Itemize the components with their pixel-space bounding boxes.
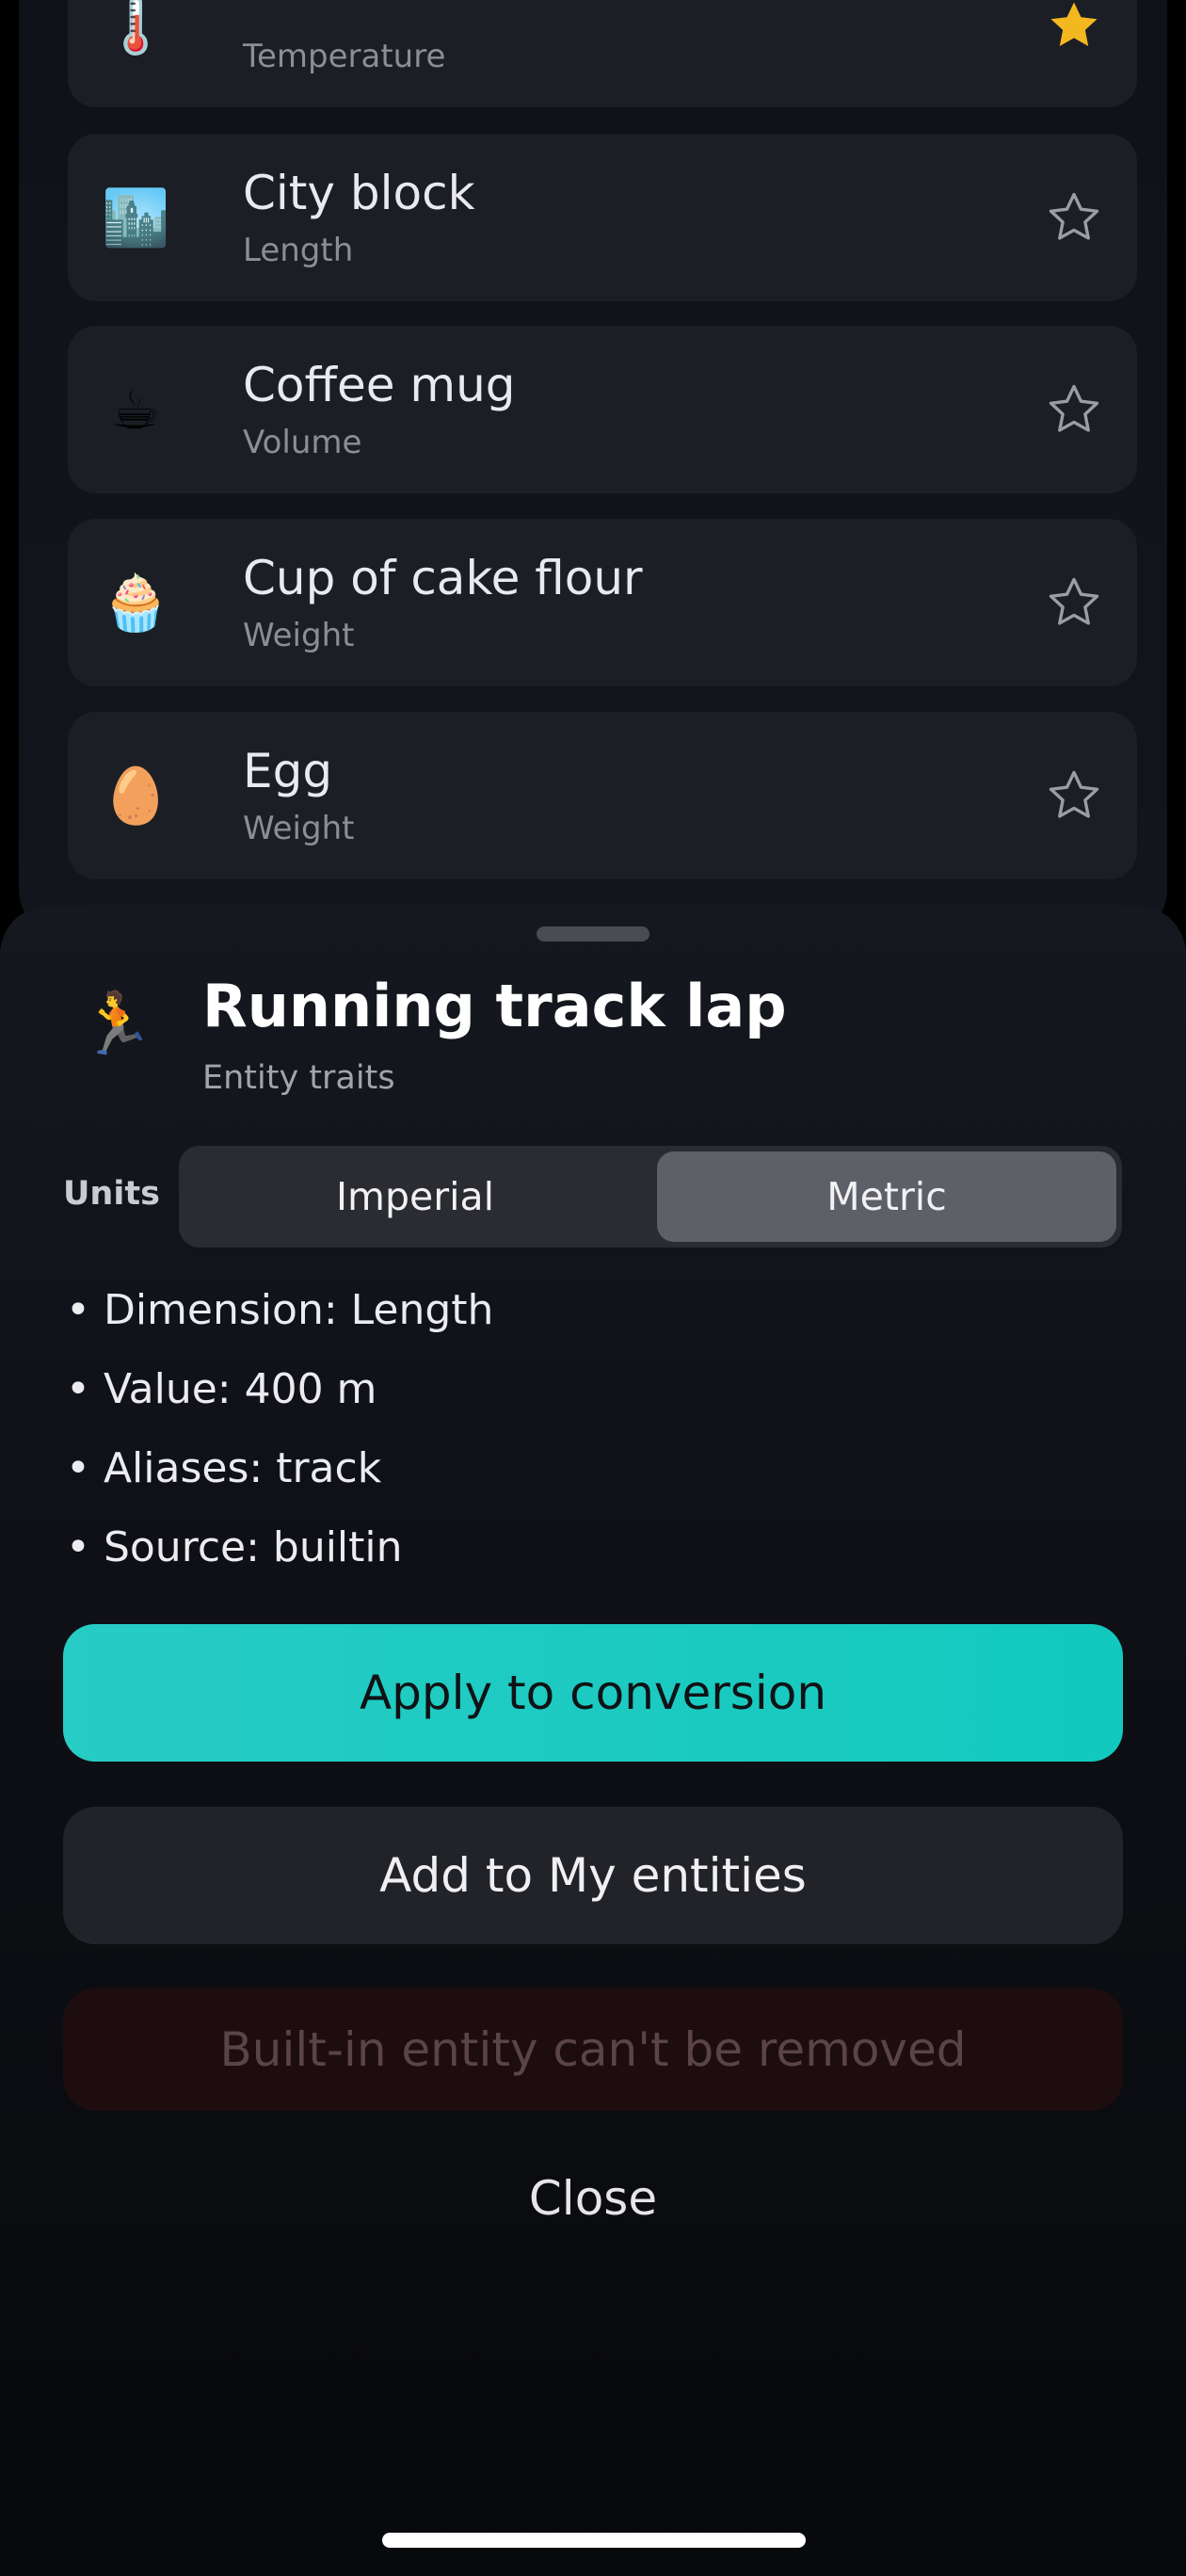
apply-to-conversion-button[interactable]: Apply to conversion (63, 1624, 1123, 1762)
runner-icon: 🏃 (79, 990, 154, 1059)
units-option-imperial[interactable]: Imperial (184, 1151, 646, 1242)
units-option-metric[interactable]: Metric (657, 1151, 1116, 1242)
trait-text: Source: builtin (103, 1523, 403, 1571)
sheet-grabber[interactable] (537, 926, 649, 942)
list-item[interactable]: 🏙️ City block Length (68, 134, 1137, 301)
home-indicator[interactable] (382, 2533, 806, 2548)
trait-item: • Dimension: Length (66, 1286, 493, 1334)
egg-icon: 🥚 (102, 764, 170, 828)
sheet-subtitle: Entity traits (202, 1059, 395, 1097)
list-item-title: Egg (243, 744, 333, 798)
coffee-icon: ☕ (111, 378, 160, 442)
list-item[interactable]: 🧁 Cup of cake flour Weight (68, 519, 1137, 686)
list-item-subtitle: Length (243, 232, 354, 269)
units-label: Units (63, 1175, 160, 1213)
trait-text: Aliases: track (103, 1444, 382, 1492)
entity-list: 🌡️ Temperature 🏙️ City block Length ☕ Co… (19, 0, 1167, 942)
list-item-subtitle: Temperature (243, 38, 446, 75)
bullet: • (66, 1286, 90, 1334)
list-item[interactable]: ☕ Coffee mug Volume (68, 326, 1137, 493)
remove-entity-button-disabled: Built-in entity can't be removed (63, 1988, 1123, 2111)
list-item-subtitle: Weight (243, 617, 355, 654)
bullet: • (66, 1444, 90, 1492)
cupcake-icon: 🧁 (102, 571, 170, 635)
star-outline-icon[interactable] (1045, 188, 1103, 247)
trait-text: Dimension: Length (103, 1286, 494, 1334)
add-to-my-entities-button[interactable]: Add to My entities (63, 1807, 1123, 1944)
trait-item: • Aliases: track (66, 1444, 381, 1492)
thermometer-icon: 🌡️ (102, 0, 170, 57)
list-item-title: City block (243, 166, 475, 220)
city-icon: 🏙️ (102, 185, 170, 250)
trait-item: • Source: builtin (66, 1523, 403, 1571)
list-item[interactable]: 🥚 Egg Weight (68, 712, 1137, 879)
list-item-subtitle: Weight (243, 810, 355, 847)
star-outline-icon[interactable] (1045, 766, 1103, 825)
bullet: • (66, 1523, 90, 1571)
screen: 🌡️ Temperature 🏙️ City block Length ☕ Co… (0, 0, 1186, 2576)
entity-detail-sheet: 🏃 Running track lap Entity traits Units … (0, 906, 1186, 2576)
list-item-subtitle: Volume (243, 424, 362, 461)
star-outline-icon[interactable] (1045, 573, 1103, 632)
list-item-title: Coffee mug (243, 358, 516, 412)
sheet-title: Running track lap (202, 972, 787, 1040)
close-button[interactable]: Close (405, 2147, 781, 2250)
units-segmented-control: Imperial Metric (179, 1146, 1122, 1248)
star-outline-icon[interactable] (1045, 380, 1103, 439)
star-filled-icon[interactable] (1045, 0, 1103, 55)
trait-text: Value: 400 m (103, 1365, 377, 1413)
trait-item: • Value: 400 m (66, 1365, 377, 1413)
list-item-title: Cup of cake flour (243, 551, 643, 605)
bullet: • (66, 1365, 90, 1413)
list-item[interactable]: 🌡️ Temperature (68, 0, 1137, 107)
